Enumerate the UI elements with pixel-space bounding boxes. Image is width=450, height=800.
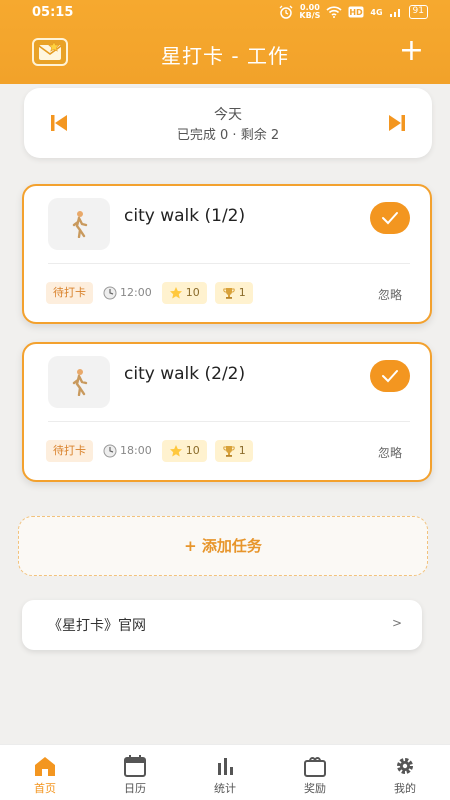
nav-rewards-label: 奖励 <box>304 782 326 795</box>
star-icon <box>169 287 182 299</box>
task-name: city walk (2/2) <box>124 364 246 384</box>
task-card[interactable]: city walk (2/2) 待打卡 18:00 10 1 忽略 <box>22 342 432 482</box>
day-label: 今天 <box>214 107 242 123</box>
nav-home[interactable]: 首页 <box>0 745 90 800</box>
clock-icon <box>103 444 117 458</box>
page-title: 星打卡 - 工作 <box>161 44 289 68</box>
stars-badge: 10 <box>161 282 207 304</box>
app-header: 05:15 0.00 KB/S HD 4G 91 星打卡 - 工作 + <box>0 0 450 84</box>
svg-text:HD: HD <box>350 8 364 17</box>
website-link[interactable]: 《星打卡》官网 > <box>22 600 422 650</box>
status-badge: 待打卡 <box>46 282 93 304</box>
website-label: 《星打卡》官网 <box>48 618 146 634</box>
ignore-button[interactable]: 忽略 <box>378 286 402 303</box>
task-thumbnail <box>48 356 110 408</box>
bottom-nav: 首页 日历 统计 奖励 我的 <box>0 744 450 800</box>
stars-badge: 10 <box>161 440 207 462</box>
status-bar: 05:15 0.00 KB/S HD 4G 91 <box>0 0 450 28</box>
trophy-icon <box>222 288 235 299</box>
stars-value: 10 <box>185 444 200 457</box>
status-badge: 待打卡 <box>46 440 93 462</box>
task-time: 12:00 <box>120 286 152 299</box>
calendar-icon <box>124 755 146 777</box>
next-day-icon[interactable] <box>386 112 408 134</box>
nav-profile-label: 我的 <box>394 782 416 795</box>
nav-stats-label: 统计 <box>214 782 236 795</box>
status-icons: 0.00 KB/S HD 4G 91 <box>279 4 428 20</box>
add-button[interactable]: + <box>399 36 424 66</box>
trophies-badge: 1 <box>214 282 253 304</box>
divider <box>48 421 410 422</box>
trophies-value: 1 <box>238 444 246 457</box>
star-icon <box>169 445 182 457</box>
checkmark-icon <box>382 212 398 225</box>
nav-calendar[interactable]: 日历 <box>90 745 180 800</box>
task-name: city walk (1/2) <box>124 206 246 226</box>
network-speed: 0.00 KB/S <box>299 4 320 20</box>
chevron-right-icon: > <box>391 616 402 630</box>
ignore-button[interactable]: 忽略 <box>378 444 402 461</box>
nav-profile[interactable]: 我的 <box>360 745 450 800</box>
home-icon <box>35 757 55 776</box>
stars-value: 10 <box>185 286 200 299</box>
nav-calendar-label: 日历 <box>124 782 146 795</box>
add-task-button[interactable]: + 添加任务 <box>18 516 428 576</box>
task-tags: 待打卡 12:00 10 1 <box>46 282 253 304</box>
wifi-icon <box>326 6 342 18</box>
network-type: 4G <box>370 7 383 17</box>
clock-icon <box>103 286 117 300</box>
task-time: 18:00 <box>120 444 152 457</box>
stats-icon <box>218 758 233 775</box>
trophies-badge: 1 <box>214 440 253 462</box>
time-badge: 18:00 <box>101 440 154 462</box>
task-tags: 待打卡 18:00 10 1 <box>46 440 253 462</box>
nav-stats[interactable]: 统计 <box>180 745 270 800</box>
battery-level: 91 <box>408 5 428 19</box>
divider <box>48 263 410 264</box>
signal-icon <box>389 9 400 17</box>
date-card: 今天 已完成 0 · 剩余 2 <box>24 88 432 158</box>
check-in-button[interactable] <box>370 360 410 392</box>
trophy-icon <box>222 446 235 457</box>
status-time: 05:15 <box>32 5 74 20</box>
checkmark-icon <box>382 370 398 383</box>
alarm-icon <box>279 5 293 19</box>
task-card[interactable]: city walk (1/2) 待打卡 12:00 10 1 忽略 <box>22 184 432 324</box>
trophies-value: 1 <box>238 286 246 299</box>
walking-person-icon <box>72 369 88 396</box>
nav-rewards[interactable]: 奖励 <box>270 745 360 800</box>
nav-home-label: 首页 <box>34 782 56 795</box>
gift-icon <box>304 757 326 777</box>
check-in-button[interactable] <box>370 202 410 234</box>
time-badge: 12:00 <box>101 282 154 304</box>
progress-summary: 已完成 0 · 剩余 2 <box>176 128 280 143</box>
gear-icon <box>397 758 413 774</box>
walking-person-icon <box>72 211 88 238</box>
task-thumbnail <box>48 198 110 250</box>
hd-icon: HD <box>348 6 364 18</box>
speed-unit: KB/S <box>299 11 321 20</box>
